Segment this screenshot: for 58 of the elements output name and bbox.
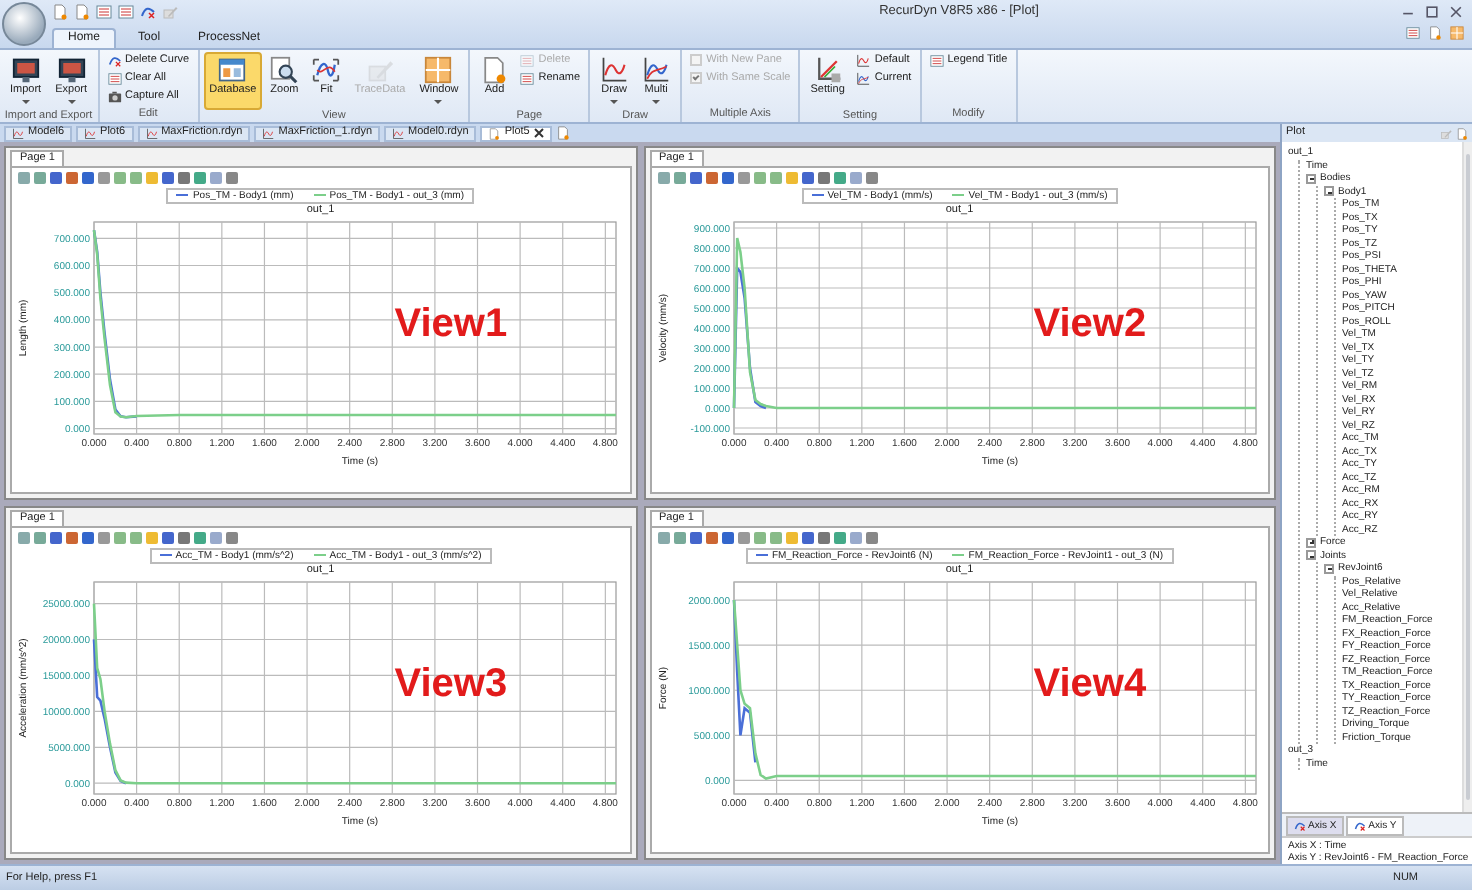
grid-icon[interactable] xyxy=(1450,26,1464,40)
page-icon[interactable] xyxy=(52,4,68,20)
close-icon[interactable] xyxy=(1448,4,1464,20)
list-icon xyxy=(520,53,535,67)
page-icon[interactable] xyxy=(1428,26,1442,40)
line-chart-icon xyxy=(642,56,671,84)
curve-delete-icon[interactable] xyxy=(140,4,156,20)
list-icon xyxy=(929,53,944,67)
close-icon[interactable] xyxy=(533,128,544,138)
line-chart-icon xyxy=(392,127,405,139)
view-label: View1 xyxy=(394,303,508,343)
view-label: View3 xyxy=(394,663,508,703)
pencil-icon[interactable] xyxy=(162,4,178,20)
expand-toggle[interactable] xyxy=(1306,550,1316,561)
list-icon[interactable] xyxy=(96,4,112,20)
monitor-icon xyxy=(11,56,40,84)
page-icon[interactable] xyxy=(74,4,90,20)
expand-toggle[interactable] xyxy=(1324,563,1334,574)
caret-icon xyxy=(21,99,30,104)
expand-toggle[interactable] xyxy=(1306,537,1316,548)
line-chart-icon xyxy=(262,127,275,139)
pencil-icon[interactable] xyxy=(1440,127,1452,139)
curve-delete-icon xyxy=(1294,820,1306,832)
maximize-icon[interactable] xyxy=(1424,4,1440,20)
caret-icon xyxy=(652,99,661,104)
page-icon xyxy=(488,127,501,139)
list-icon[interactable] xyxy=(118,4,134,20)
magnifier-icon xyxy=(270,56,299,84)
line-chart-icon xyxy=(145,127,158,139)
axes-icon xyxy=(813,56,842,84)
page-icon[interactable] xyxy=(1456,127,1468,139)
line-chart-icon xyxy=(12,127,24,139)
curve-delete-icon xyxy=(1354,820,1367,832)
caret-icon xyxy=(610,99,619,104)
view-label: View4 xyxy=(1033,663,1147,703)
view-label: View2 xyxy=(1033,303,1147,343)
camera-icon xyxy=(107,89,121,103)
scrollbar[interactable] xyxy=(1462,142,1472,812)
caret-icon xyxy=(434,99,443,104)
page-icon[interactable] xyxy=(555,126,570,140)
line-chart-icon xyxy=(600,56,629,84)
grid-icon xyxy=(424,56,453,84)
monitor-icon xyxy=(57,56,86,84)
list-icon xyxy=(520,71,535,85)
expand-toggle[interactable] xyxy=(1306,173,1316,184)
app-menu-button[interactable] xyxy=(2,2,46,46)
page-icon xyxy=(480,56,509,84)
curve-delete-icon xyxy=(107,53,121,67)
caret-icon xyxy=(67,99,76,104)
expand-toggle[interactable] xyxy=(1324,186,1334,197)
pencil-icon xyxy=(365,56,394,84)
list-icon[interactable] xyxy=(1406,26,1420,40)
list-icon xyxy=(107,71,121,85)
line-chart-icon xyxy=(84,127,97,139)
window-icon xyxy=(218,56,247,84)
line-chart-icon xyxy=(856,71,871,85)
line-chart-icon xyxy=(856,53,871,67)
curve-icon xyxy=(312,56,341,84)
